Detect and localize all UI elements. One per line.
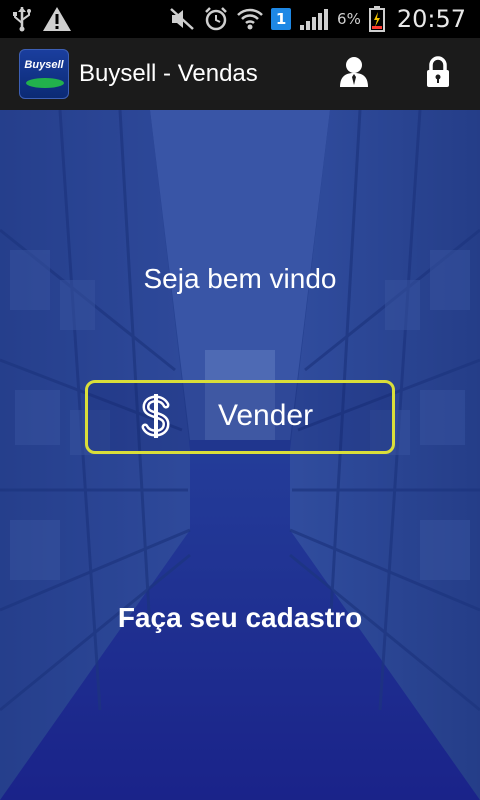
user-profile-button[interactable] [312,38,396,110]
app-logo[interactable]: Buysell [19,49,69,99]
sell-button-label: Vender [218,399,314,432]
battery-percentage: 6% [337,10,361,28]
main-content: Seja bem vindo Vender Faça seu cadastro [0,110,480,800]
lock-button[interactable] [396,38,480,110]
mute-icon [169,7,195,31]
clock: 20:57 [396,5,466,33]
welcome-message: Seja bem vindo [143,263,337,294]
alarm-icon [203,6,229,32]
status-bar: 1 6% 20:57 [0,0,480,38]
wifi-icon [237,7,263,31]
app-title: Buysell - Vendas [79,60,258,87]
register-link[interactable]: Faça seu cadastro [0,602,480,634]
status-bar-notifications [0,6,72,32]
dollar-icon [138,393,174,443]
status-bar-system: 1 6% 20:57 [169,5,480,33]
user-icon [339,56,369,92]
signal-icon [299,7,329,31]
app-logo-text: Buysell [24,59,64,71]
action-bar: Buysell Buysell - Vendas [0,38,480,110]
battery-charging-icon [368,6,385,32]
sell-button[interactable]: Vender [85,380,395,454]
lock-icon [425,56,451,92]
logo-swoosh [26,78,64,88]
warning-icon [42,6,72,32]
notification-badge: 1 [271,8,292,30]
action-bar-actions [312,38,480,110]
warehouse-background-image [0,110,480,800]
usb-icon [12,6,32,32]
